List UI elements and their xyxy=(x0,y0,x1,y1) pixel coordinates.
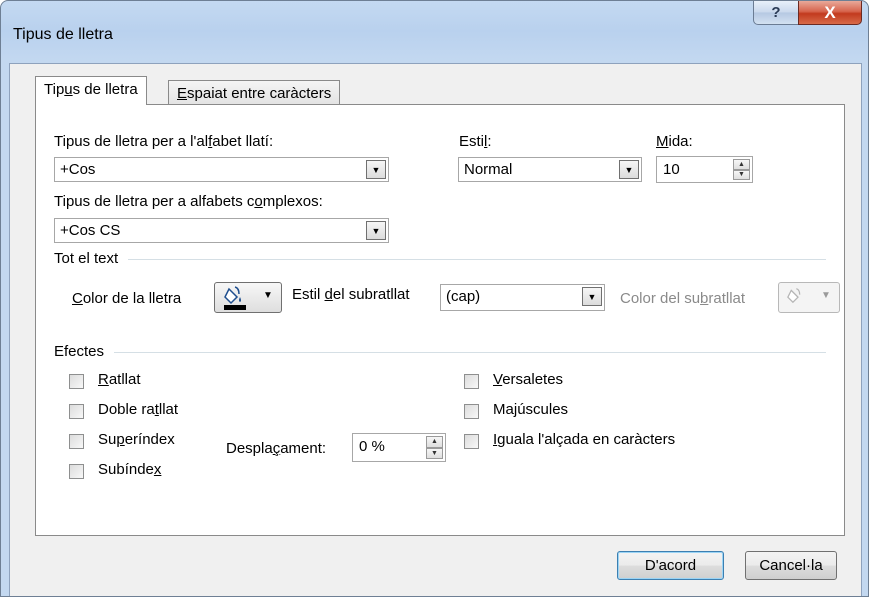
close-icon: X xyxy=(824,2,836,22)
complex-font-value: +Cos CS xyxy=(60,222,121,239)
strikethrough-checkbox[interactable] xyxy=(69,374,84,389)
chevron-down-icon: ▼ xyxy=(263,290,273,301)
equalize-height-checkbox[interactable] xyxy=(464,434,479,449)
tab-character-spacing[interactable]: Espaiat entre caràcters xyxy=(168,80,341,106)
latin-font-label: Tipus de lletra per a l'alfabet llatí: xyxy=(54,133,274,150)
size-spinner[interactable]: 10 ▲ ▼ xyxy=(656,156,753,183)
double-strikethrough-label: Doble ratllat xyxy=(98,401,179,418)
subscript-label: Subíndex xyxy=(98,461,162,478)
superscript-label: Superíndex xyxy=(98,431,175,448)
style-value: Normal xyxy=(464,161,513,178)
paint-bucket-icon xyxy=(224,286,246,310)
divider xyxy=(54,259,826,260)
small-caps-label: Versaletes xyxy=(493,371,564,388)
latin-font-combo[interactable]: +Cos ▼ xyxy=(54,157,389,182)
window-title: Tipus de lletra xyxy=(13,26,113,43)
spin-up-icon[interactable]: ▲ xyxy=(733,159,750,170)
style-combo[interactable]: Normal ▼ xyxy=(458,157,642,182)
strikethrough-label: Ratllat xyxy=(98,371,141,388)
offset-spinner[interactable]: 0 % ▲ ▼ xyxy=(352,433,446,462)
cancel-button[interactable]: Cancel·la xyxy=(745,551,837,580)
size-label: Mida: xyxy=(656,133,693,150)
divider xyxy=(54,352,826,353)
complex-font-combo[interactable]: +Cos CS ▼ xyxy=(54,218,389,243)
underline-style-label: Estil del subratllat xyxy=(292,286,410,303)
latin-font-value: +Cos xyxy=(60,161,96,178)
chevron-down-icon: ▼ xyxy=(821,290,831,301)
font-tab-panel: Tipus de lletra per a l'alfabet llatí: +… xyxy=(35,104,845,536)
font-color-button[interactable]: ▼ xyxy=(214,282,282,313)
style-label: Estil: xyxy=(459,133,492,150)
spin-down-icon[interactable]: ▼ xyxy=(733,169,750,180)
title-bar[interactable]: Tipus de lletra ? X xyxy=(1,1,868,63)
underline-color-button[interactable]: ▼ xyxy=(778,282,840,313)
dialog-body: Tipus de lletra Espaiat entre caràcters … xyxy=(9,63,862,596)
all-text-section: Tot el text xyxy=(54,250,826,268)
all-caps-checkbox[interactable] xyxy=(464,404,479,419)
help-button[interactable]: ? xyxy=(753,1,799,25)
effects-section: Efectes xyxy=(54,343,826,361)
underline-color-label: Color del subratllat xyxy=(620,290,746,307)
effects-header: Efectes xyxy=(54,343,115,360)
chevron-down-icon[interactable]: ▼ xyxy=(366,221,386,240)
underline-style-combo[interactable]: (cap) ▼ xyxy=(440,284,605,311)
all-caps-label: Majúscules xyxy=(493,401,569,418)
subscript-checkbox[interactable] xyxy=(69,464,84,479)
underline-style-value: (cap) xyxy=(446,288,481,305)
complex-font-label: Tipus de lletra per a alfabets complexos… xyxy=(54,193,323,210)
font-color-label: Color de la lletra xyxy=(72,290,182,307)
paint-bucket-icon xyxy=(787,288,801,304)
spin-up-icon[interactable]: ▲ xyxy=(426,436,443,448)
chevron-down-icon[interactable]: ▼ xyxy=(366,160,386,179)
superscript-checkbox[interactable] xyxy=(69,434,84,449)
close-button[interactable]: X xyxy=(798,1,862,25)
all-text-header: Tot el text xyxy=(54,250,129,267)
offset-value: 0 % xyxy=(359,438,385,455)
spin-down-icon[interactable]: ▼ xyxy=(426,447,443,459)
size-value: 10 xyxy=(663,161,680,178)
equalize-height-label: Iguala l'alçada en caràcters xyxy=(493,431,676,448)
small-caps-checkbox[interactable] xyxy=(464,374,479,389)
ok-button[interactable]: D'acord xyxy=(617,551,724,580)
chevron-down-icon[interactable]: ▼ xyxy=(582,287,602,306)
tab-font[interactable]: Tipus de lletra xyxy=(35,76,147,105)
font-dialog-window: Tipus de lletra ? X Tipus de lletra Espa… xyxy=(0,0,869,597)
double-strikethrough-checkbox[interactable] xyxy=(69,404,84,419)
chevron-down-icon[interactable]: ▼ xyxy=(619,160,639,179)
offset-label: Desplaçament: xyxy=(226,440,327,457)
